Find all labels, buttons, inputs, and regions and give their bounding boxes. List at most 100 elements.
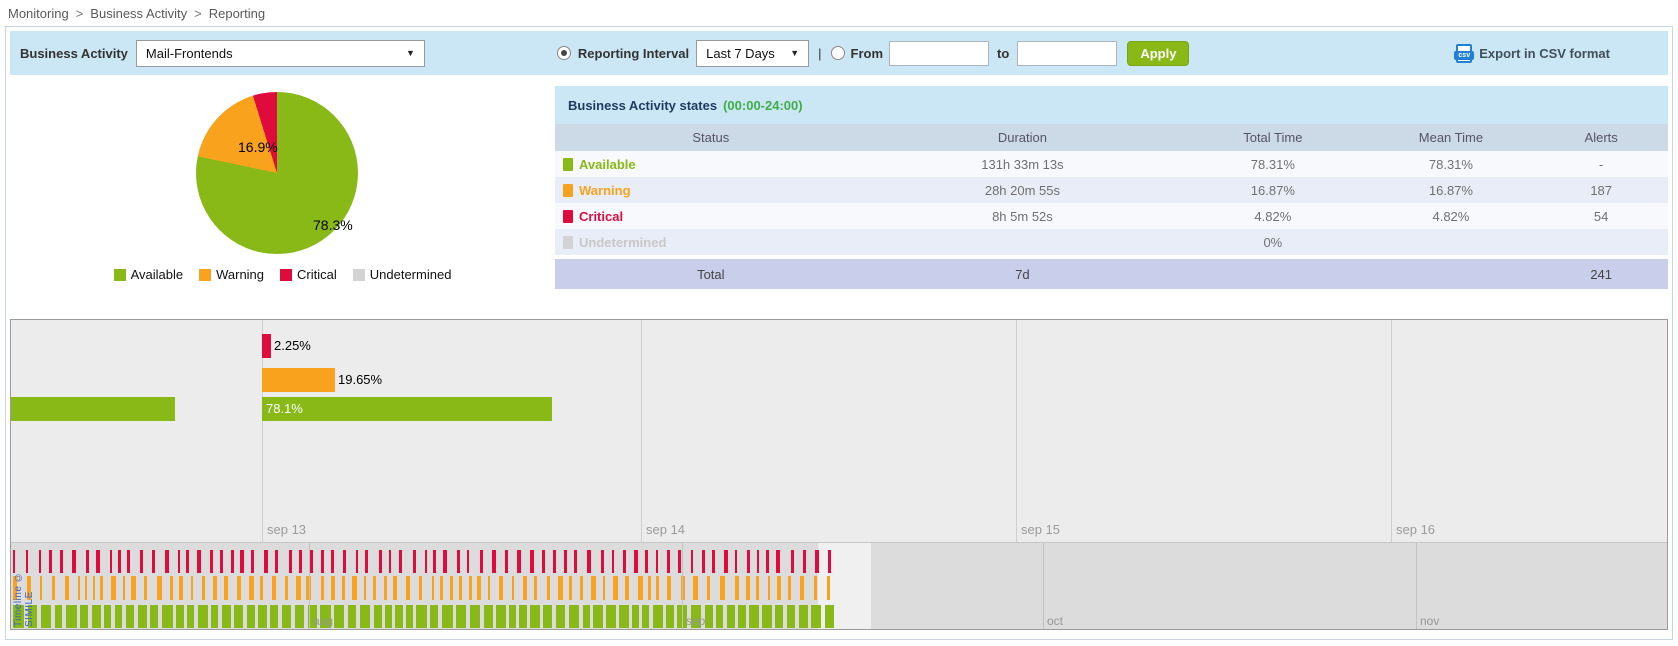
undetermined-status-label: Undetermined [579,235,666,250]
warning-total-time: 16.87% [1178,183,1367,198]
overview-event-tick [152,550,155,573]
overview-event-tick [289,550,292,573]
overview-event-tick [459,576,462,600]
overview-event-tick [295,605,304,628]
overview-event-tick [509,605,516,628]
overview-event-tick [488,576,490,600]
csv-badge-text: csv [1454,51,1474,60]
overview-event-tick [469,576,472,600]
available-legend-label: Available [131,267,184,282]
overview-month-gridline [1043,543,1044,629]
overview-event-tick [757,550,759,573]
business-activity-select[interactable]: Mail-Frontends ▼ [136,40,425,67]
overview-event-tick [131,576,136,600]
overview-event-tick [406,576,410,600]
overview-event-tick [352,576,357,600]
summary-section: AvailableWarningCriticalUndetermined 78.… [10,81,1668,297]
warning-duration: 28h 20m 55s [867,183,1179,198]
overview-event-tick [638,576,643,600]
overview-event-tick [100,576,103,600]
overview-event-tick [310,550,313,573]
overview-event-tick [210,550,213,573]
overview-event-tick [480,550,483,573]
critical-bar[interactable] [262,334,271,358]
overview-event-tick [385,605,392,628]
overview-event-tick [492,550,496,573]
custom-range-radio[interactable] [831,46,845,60]
timeline-date-label: sep 16 [1396,522,1435,537]
overview-event-tick [613,576,618,600]
overview-event-tick [825,605,834,628]
timeline-overview-band[interactable]: Timeline © SIMILE augsepoctnov [11,542,1667,629]
to-date-input[interactable] [1017,41,1117,66]
legend-item-available: Available [114,267,184,282]
overview-event-tick [222,605,231,628]
overview-event-tick [484,605,493,628]
toolbar-separator: | [818,46,821,61]
csv-file-icon: csv [1456,44,1472,63]
breadcrumb-link-business-activity[interactable]: Business Activity [90,6,187,21]
overview-event-tick [601,550,604,573]
pie-slice-label: 16.9% [238,139,278,155]
overview-event-tick [467,550,469,573]
overview-event-tick [827,576,830,600]
overview-event-tick [569,605,579,628]
overview-event-tick [138,605,147,628]
overview-event-tick [457,550,460,573]
pie-slice-label: 78.3% [313,217,353,233]
overview-event-tick [814,576,817,600]
apply-button[interactable]: Apply [1127,41,1189,66]
overview-event-tick [187,605,194,628]
timeline-day-gridline [641,320,642,542]
timeline-widget[interactable]: sep 13sep 14sep 15sep 162.25%19.65%78.1%… [10,319,1668,630]
states-table-time-range: (00:00-24:00) [723,98,803,113]
overview-event-tick [547,576,550,600]
overview-event-tick [115,605,122,628]
critical-status-swatch [563,210,573,223]
overview-event-tick [777,576,781,600]
overview-event-tick [470,605,480,628]
legend-item-critical: Critical [280,267,337,282]
overview-month-label: aug [313,614,333,628]
overview-event-tick [456,605,466,628]
overview-event-tick [775,605,783,628]
overview-event-tick [247,605,255,628]
overview-event-tick [623,550,626,573]
reporting-interval-radio[interactable] [557,46,571,60]
overview-event-tick [296,576,301,600]
overview-event-tick [360,605,370,628]
overview-event-tick [321,550,324,573]
overview-event-tick [553,550,556,573]
from-date-input[interactable] [889,41,989,66]
overview-event-tick [150,605,158,628]
reporting-interval-select[interactable]: Last 7 Days ▼ [696,40,809,67]
overview-event-tick [39,550,41,573]
column-header-mean-time: Mean Time [1367,130,1534,145]
overview-event-tick [240,550,244,573]
breadcrumb-link-monitoring[interactable]: Monitoring [8,6,69,21]
overview-event-tick [237,576,241,600]
available-bar-clipped[interactable] [11,397,175,421]
export-csv-label: Export in CSV format [1479,46,1610,61]
overview-event-tick [542,550,545,573]
overview-event-tick [678,550,681,573]
overview-event-tick [224,576,228,600]
warning-status-swatch [563,184,573,197]
available-bar[interactable] [262,397,552,421]
business-activity-selected-value: Mail-Frontends [146,46,233,61]
overview-event-tick [389,550,391,573]
export-csv-link[interactable]: csv Export in CSV format [1456,44,1610,63]
overview-event-tick [580,576,583,600]
overview-event-tick [766,550,769,573]
overview-event-tick [364,576,366,600]
breadcrumb-link-reporting[interactable]: Reporting [209,6,265,21]
simile-credit-link[interactable]: Timeline © SIMILE [13,545,35,627]
overview-event-tick [234,605,243,628]
timeline-main-band[interactable]: sep 13sep 14sep 15sep 162.25%19.65%78.1% [11,320,1667,542]
undetermined-status-swatch [563,236,573,249]
overview-event-tick [574,550,577,573]
warning-bar[interactable] [262,368,335,392]
overview-event-tick [416,605,427,628]
business-activity-label: Business Activity [20,46,128,61]
overview-event-tick [433,550,436,573]
